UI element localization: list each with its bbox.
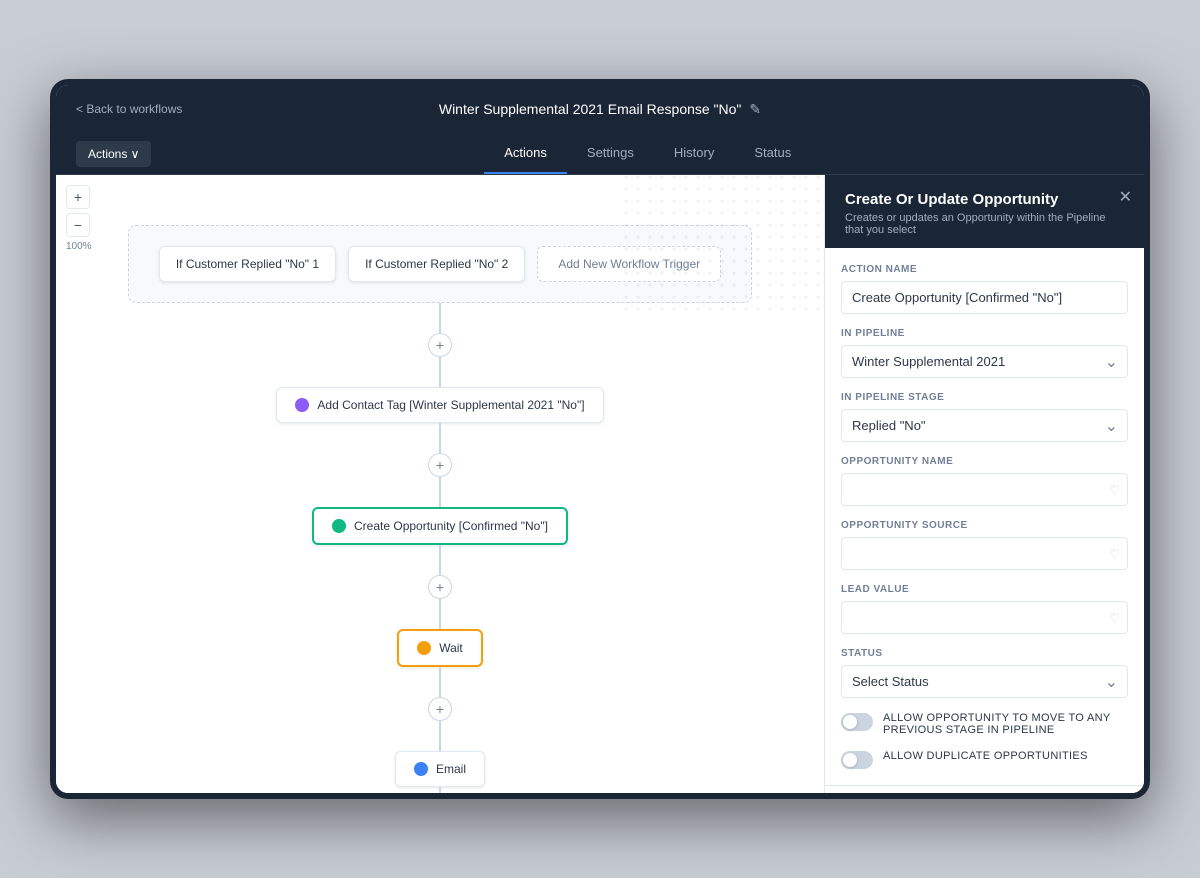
wait-action-label: Wait [439, 641, 463, 655]
status-label: STATUS [841, 648, 1128, 659]
opportunity-source-input-wrapper: ♡ [841, 537, 1128, 570]
in-pipeline-select-wrapper: Winter Supplemental 2021 [841, 345, 1128, 378]
allow-duplicate-toggle-row: ALLOW DUPLICATE OPPORTUNITIES [841, 750, 1128, 769]
opportunity-name-field: OPPORTUNITY NAME ♡ [841, 456, 1128, 506]
tabs-container: Actions Settings History Status [171, 133, 1124, 174]
allow-previous-stage-toggle-row: ALLOW OPPORTUNITY TO MOVE TO ANY PREVIOU… [841, 712, 1128, 736]
trigger-node-2[interactable]: If Customer Replied "No" 2 [348, 246, 525, 282]
workflow-canvas[interactable]: + − 100% If Customer Replied "No" 1 If C… [56, 175, 824, 793]
opportunity-source-input[interactable] [841, 537, 1128, 570]
edit-title-icon[interactable]: ✎ [749, 101, 761, 118]
wait-icon [417, 641, 431, 655]
connector-4 [439, 477, 441, 507]
email-icon [414, 762, 428, 776]
lead-value-label: LEAD VALUE [841, 584, 1128, 595]
tag-icon [295, 398, 309, 412]
zoom-out-button[interactable]: − [66, 213, 90, 237]
allow-previous-stage-toggle[interactable] [841, 713, 873, 731]
tag-action-label: Add Contact Tag [Winter Supplemental 202… [317, 398, 584, 412]
connector-5 [439, 545, 441, 575]
opportunity-source-label: OPPORTUNITY SOURCE [841, 520, 1128, 531]
wait-action-node[interactable]: Wait [397, 629, 483, 667]
connector-8 [439, 721, 441, 751]
status-select[interactable]: Select Status [841, 665, 1128, 698]
opportunity-source-icon: ♡ [1109, 547, 1120, 561]
main-content: + − 100% If Customer Replied "No" 1 If C… [56, 175, 1144, 793]
zoom-in-button[interactable]: + [66, 185, 90, 209]
opportunity-name-input-wrapper: ♡ [841, 473, 1128, 506]
action-name-input[interactable] [841, 281, 1128, 314]
in-pipeline-stage-field: IN PIPELINE STAGE Replied "No" [841, 392, 1128, 442]
email-action-label: Email [436, 762, 466, 776]
connector-3 [439, 423, 441, 453]
tab-actions[interactable]: Actions [484, 133, 567, 174]
lead-value-field: LEAD VALUE ♡ [841, 584, 1128, 634]
connector-7 [439, 667, 441, 697]
add-trigger-button[interactable]: Add New Workflow Trigger [537, 246, 721, 282]
in-pipeline-stage-select-wrapper: Replied "No" [841, 409, 1128, 442]
opportunity-icon [332, 519, 346, 533]
lead-value-icon: ♡ [1109, 611, 1120, 625]
add-node-button-3[interactable]: + [428, 575, 452, 599]
panel-body: ACTION NAME IN PIPELINE Winter Supplemen… [825, 248, 1144, 785]
tabs-row: Actions ∨ Actions Settings History Statu… [56, 133, 1144, 175]
opportunity-name-input[interactable] [841, 473, 1128, 506]
allow-duplicate-label: ALLOW DUPLICATE OPPORTUNITIES [883, 750, 1088, 762]
in-pipeline-stage-label: IN PIPELINE STAGE [841, 392, 1128, 403]
action-name-label: ACTION NAME [841, 264, 1128, 275]
trigger-node-1[interactable]: If Customer Replied "No" 1 [159, 246, 336, 282]
trigger-container: If Customer Replied "No" 1 If Customer R… [128, 225, 752, 303]
tab-history[interactable]: History [654, 133, 734, 174]
right-panel: Create Or Update Opportunity Creates or … [824, 175, 1144, 793]
tab-settings[interactable]: Settings [567, 133, 654, 174]
panel-footer: Delete Cancel Save Action [825, 785, 1144, 793]
workflow-area: If Customer Replied "No" 1 If Customer R… [108, 195, 772, 793]
panel-title: Create Or Update Opportunity [845, 191, 1124, 208]
connector-6 [439, 599, 441, 629]
canvas-controls: + − 100% [66, 185, 92, 252]
lead-value-input-wrapper: ♡ [841, 601, 1128, 634]
add-node-button-1[interactable]: + [428, 333, 452, 357]
back-link[interactable]: < Back to workflows [76, 102, 182, 116]
opportunity-name-icon: ♡ [1109, 483, 1120, 497]
in-pipeline-field: IN PIPELINE Winter Supplemental 2021 [841, 328, 1128, 378]
app-header: < Back to workflows Winter Supplemental … [56, 85, 1144, 133]
in-pipeline-stage-select[interactable]: Replied "No" [841, 409, 1128, 442]
in-pipeline-select[interactable]: Winter Supplemental 2021 [841, 345, 1128, 378]
actions-dropdown-button[interactable]: Actions ∨ [76, 141, 151, 167]
tag-action-node[interactable]: Add Contact Tag [Winter Supplemental 202… [276, 387, 603, 423]
header-title: Winter Supplemental 2021 Email Response … [439, 101, 761, 118]
connector-1 [439, 303, 441, 333]
opportunity-name-label: OPPORTUNITY NAME [841, 456, 1128, 467]
connector-2 [439, 357, 441, 387]
allow-duplicate-toggle[interactable] [841, 751, 873, 769]
opportunity-action-node[interactable]: Create Opportunity [Confirmed "No"] [312, 507, 568, 545]
panel-subtitle: Creates or updates an Opportunity within… [845, 212, 1124, 236]
action-name-field: ACTION NAME [841, 264, 1128, 314]
panel-close-button[interactable]: ✕ [1119, 187, 1132, 207]
status-select-wrapper: Select Status [841, 665, 1128, 698]
opportunity-source-field: OPPORTUNITY SOURCE ♡ [841, 520, 1128, 570]
in-pipeline-label: IN PIPELINE [841, 328, 1128, 339]
zoom-level: 100% [66, 241, 92, 252]
panel-header: Create Or Update Opportunity Creates or … [825, 175, 1144, 248]
lead-value-input[interactable] [841, 601, 1128, 634]
add-node-button-2[interactable]: + [428, 453, 452, 477]
status-field: STATUS Select Status [841, 648, 1128, 698]
add-node-button-4[interactable]: + [428, 697, 452, 721]
opportunity-action-label: Create Opportunity [Confirmed "No"] [354, 519, 548, 533]
email-action-node[interactable]: Email [395, 751, 485, 787]
allow-previous-stage-label: ALLOW OPPORTUNITY TO MOVE TO ANY PREVIOU… [883, 712, 1128, 736]
tab-status[interactable]: Status [734, 133, 811, 174]
connector-9 [439, 787, 441, 793]
